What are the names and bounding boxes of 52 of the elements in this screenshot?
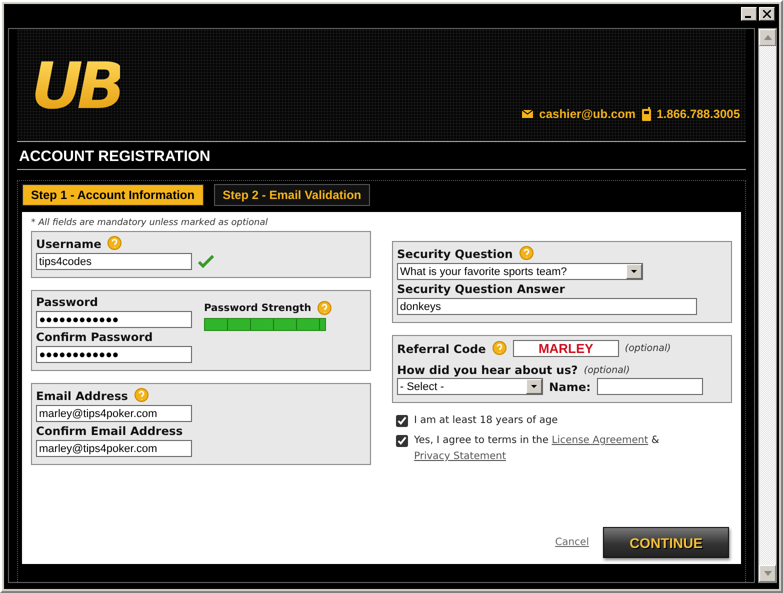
down-arrow-icon <box>764 571 772 576</box>
password-field[interactable]: ●●●●●●●●●●●● <box>36 311 192 328</box>
email-label: Email Address <box>36 388 128 402</box>
agreement-checkbox[interactable] <box>396 435 408 447</box>
help-icon[interactable] <box>134 388 150 403</box>
security-question-label: Security Question <box>397 246 513 260</box>
privacy-link[interactable]: Privacy Statement <box>414 451 506 462</box>
license-link[interactable]: License Agreement <box>552 435 648 446</box>
referral-code-field[interactable]: MARLEY <box>512 340 619 357</box>
username-label: Username <box>36 236 102 250</box>
username-field[interactable]: tips4codes <box>36 253 192 270</box>
help-icon[interactable] <box>518 246 534 261</box>
cancel-link[interactable]: Cancel <box>555 537 589 548</box>
confirm-email-label: Confirm Email Address <box>36 424 184 438</box>
agreement-text: I am at least 18 years of age <box>414 414 558 428</box>
step-tab[interactable]: Step 1 - Account Information <box>22 184 204 206</box>
mail-icon <box>522 110 534 118</box>
optional-note: (optional) <box>624 343 671 354</box>
security-question-dropdown[interactable]: What is your favorite sports team? <box>397 263 643 280</box>
security-answer-label: Security Question Answer <box>397 282 566 296</box>
help-icon[interactable] <box>492 341 507 356</box>
scroll-up-button[interactable] <box>759 29 776 46</box>
page-title: ACCOUNT REGISTRATION <box>17 142 746 170</box>
agreement-text: Yes, I agree to terms in the License Agreement & Privacy Statement <box>414 434 660 464</box>
email-field[interactable]: marley@tips4poker.com <box>36 405 192 422</box>
up-arrow-icon <box>764 35 772 40</box>
mandatory-note: * All fields are mandatory unless marked as optional <box>31 218 269 228</box>
close-icon <box>763 10 771 18</box>
referral-code-label: Referral Code <box>397 342 486 356</box>
password-strength-label: Password Strength <box>204 303 312 314</box>
close-button[interactable] <box>759 7 775 21</box>
continue-button[interactable]: CONTINUE <box>603 527 729 558</box>
password-label: Password <box>36 295 99 309</box>
step-tab[interactable]: Step 2 - Email Validation <box>214 184 370 206</box>
scroll-down-button[interactable] <box>759 565 776 582</box>
phone-icon <box>642 107 651 121</box>
confirm-password-field[interactable]: ●●●●●●●●●●●● <box>36 346 192 363</box>
agreement-checkbox[interactable] <box>396 415 408 427</box>
scrollbar[interactable] <box>758 28 777 583</box>
confirm-email-field[interactable]: marley@tips4poker.com <box>36 440 192 457</box>
name-label: Name: <box>549 380 591 394</box>
name-field[interactable] <box>596 378 703 395</box>
confirm-password-label: Confirm Password <box>36 330 154 344</box>
contact-email: cashier@ub.com <box>539 107 636 121</box>
security-answer-field[interactable]: donkeys <box>397 298 697 315</box>
optional-note: (optional) <box>584 364 630 376</box>
hear-about-dropdown[interactable]: - Select - <box>397 378 543 395</box>
help-icon[interactable] <box>317 301 332 316</box>
minimize-button[interactable] <box>741 7 757 21</box>
contact-phone: 1.866.788.3005 <box>656 107 740 121</box>
hear-about-label: How did you hear about us? <box>397 363 578 377</box>
help-icon[interactable] <box>107 236 122 251</box>
